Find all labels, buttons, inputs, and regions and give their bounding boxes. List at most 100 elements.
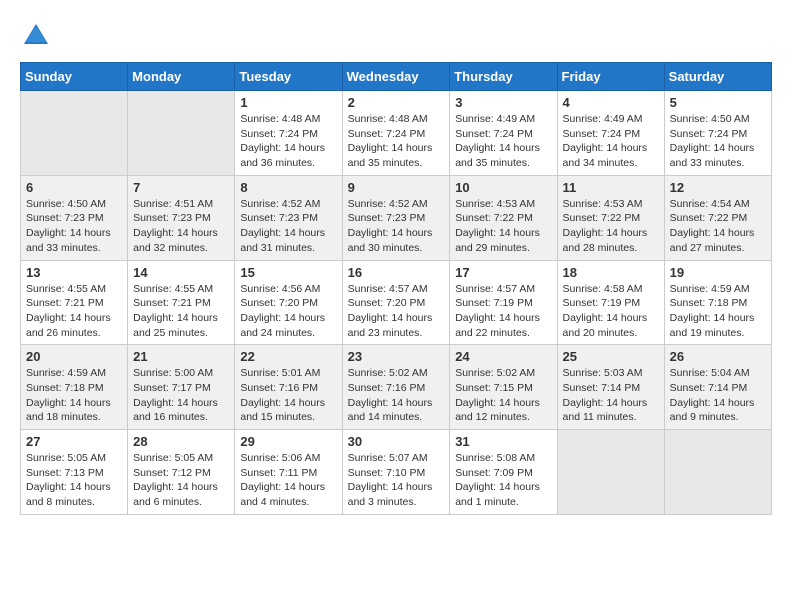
day-cell: 23 Sunrise: 5:02 AM Sunset: 7:16 PM Dayli… [342, 345, 450, 430]
day-number: 21 [133, 349, 229, 364]
day-info: Sunrise: 4:54 AM Sunset: 7:22 PM Dayligh… [670, 197, 766, 256]
week-row-4: 20 Sunrise: 4:59 AM Sunset: 7:18 PM Dayli… [21, 345, 772, 430]
day-number: 19 [670, 265, 766, 280]
day-cell: 6 Sunrise: 4:50 AM Sunset: 7:23 PM Daylig… [21, 175, 128, 260]
day-info: Sunrise: 5:03 AM Sunset: 7:14 PM Dayligh… [563, 366, 659, 425]
day-number: 30 [348, 434, 445, 449]
day-info: Sunrise: 4:48 AM Sunset: 7:24 PM Dayligh… [240, 112, 336, 171]
calendar-header: SundayMondayTuesdayWednesdayThursdayFrid… [21, 63, 772, 91]
day-cell: 7Sunrise: 4:51 AM Sunset: 7:23 PM Daylig… [128, 175, 235, 260]
day-number: 4 [563, 95, 659, 110]
day-cell: 21 Sunrise: 5:00 AM Sunset: 7:17 PM Dayli… [128, 345, 235, 430]
day-cell: 30 Sunrise: 5:07 AM Sunset: 7:10 PM Dayli… [342, 430, 450, 515]
day-cell: 13 Sunrise: 4:55 AM Sunset: 7:21 PM Dayli… [21, 260, 128, 345]
day-number: 14 [133, 265, 229, 280]
logo-icon [20, 20, 52, 52]
day-number: 22 [240, 349, 336, 364]
day-info: Sunrise: 5:05 AM Sunset: 7:12 PM Dayligh… [133, 451, 229, 510]
page-header [20, 20, 772, 52]
day-number: 5 [670, 95, 766, 110]
day-cell: 4Sunrise: 4:49 AM Sunset: 7:24 PM Daylig… [557, 91, 664, 176]
day-info: Sunrise: 4:56 AM Sunset: 7:20 PM Dayligh… [240, 282, 336, 341]
header-monday: Monday [128, 63, 235, 91]
day-cell: 19 Sunrise: 4:59 AM Sunset: 7:18 PM Dayli… [664, 260, 771, 345]
day-number: 11 [563, 180, 659, 195]
day-cell [664, 430, 771, 515]
day-number: 13 [26, 265, 122, 280]
day-info: Sunrise: 4:53 AM Sunset: 7:22 PM Dayligh… [563, 197, 659, 256]
day-cell: 12Sunrise: 4:54 AM Sunset: 7:22 PM Dayli… [664, 175, 771, 260]
day-cell: 24 Sunrise: 5:02 AM Sunset: 7:15 PM Dayli… [450, 345, 557, 430]
day-cell: 25 Sunrise: 5:03 AM Sunset: 7:14 PM Dayli… [557, 345, 664, 430]
day-info: Sunrise: 5:06 AM Sunset: 7:11 PM Dayligh… [240, 451, 336, 510]
day-cell: 31 Sunrise: 5:08 AM Sunset: 7:09 PM Dayli… [450, 430, 557, 515]
day-cell: 8 Sunrise: 4:52 AM Sunset: 7:23 PM Daylig… [235, 175, 342, 260]
day-info: Sunrise: 5:04 AM Sunset: 7:14 PM Dayligh… [670, 366, 766, 425]
day-number: 26 [670, 349, 766, 364]
day-info: Sunrise: 4:52 AM Sunset: 7:23 PM Dayligh… [240, 197, 336, 256]
day-cell: 16Sunrise: 4:57 AM Sunset: 7:20 PM Dayli… [342, 260, 450, 345]
day-number: 8 [240, 180, 336, 195]
day-cell: 11 Sunrise: 4:53 AM Sunset: 7:22 PM Dayli… [557, 175, 664, 260]
day-info: Sunrise: 4:51 AM Sunset: 7:23 PM Dayligh… [133, 197, 229, 256]
day-info: Sunrise: 4:55 AM Sunset: 7:21 PM Dayligh… [26, 282, 122, 341]
day-number: 27 [26, 434, 122, 449]
day-cell: 1 Sunrise: 4:48 AM Sunset: 7:24 PM Daylig… [235, 91, 342, 176]
header-sunday: Sunday [21, 63, 128, 91]
header-wednesday: Wednesday [342, 63, 450, 91]
day-info: Sunrise: 5:07 AM Sunset: 7:10 PM Dayligh… [348, 451, 445, 510]
day-info: Sunrise: 4:55 AM Sunset: 7:21 PM Dayligh… [133, 282, 229, 341]
day-info: Sunrise: 5:01 AM Sunset: 7:16 PM Dayligh… [240, 366, 336, 425]
calendar-body: 1 Sunrise: 4:48 AM Sunset: 7:24 PM Daylig… [21, 91, 772, 515]
day-number: 20 [26, 349, 122, 364]
day-number: 29 [240, 434, 336, 449]
day-cell: 3Sunrise: 4:49 AM Sunset: 7:24 PM Daylig… [450, 91, 557, 176]
calendar-table: SundayMondayTuesdayWednesdayThursdayFrid… [20, 62, 772, 515]
header-tuesday: Tuesday [235, 63, 342, 91]
day-cell: 22 Sunrise: 5:01 AM Sunset: 7:16 PM Dayli… [235, 345, 342, 430]
day-info: Sunrise: 4:59 AM Sunset: 7:18 PM Dayligh… [670, 282, 766, 341]
day-number: 6 [26, 180, 122, 195]
day-info: Sunrise: 4:58 AM Sunset: 7:19 PM Dayligh… [563, 282, 659, 341]
day-number: 25 [563, 349, 659, 364]
day-cell [128, 91, 235, 176]
week-row-3: 13 Sunrise: 4:55 AM Sunset: 7:21 PM Dayli… [21, 260, 772, 345]
day-number: 1 [240, 95, 336, 110]
day-cell: 14 Sunrise: 4:55 AM Sunset: 7:21 PM Dayli… [128, 260, 235, 345]
day-number: 2 [348, 95, 445, 110]
day-info: Sunrise: 4:49 AM Sunset: 7:24 PM Dayligh… [455, 112, 551, 171]
day-cell: 5 Sunrise: 4:50 AM Sunset: 7:24 PM Daylig… [664, 91, 771, 176]
day-cell: 26 Sunrise: 5:04 AM Sunset: 7:14 PM Dayli… [664, 345, 771, 430]
day-info: Sunrise: 4:48 AM Sunset: 7:24 PM Dayligh… [348, 112, 445, 171]
day-number: 24 [455, 349, 551, 364]
day-info: Sunrise: 4:50 AM Sunset: 7:24 PM Dayligh… [670, 112, 766, 171]
logo [20, 20, 56, 52]
day-cell: 20 Sunrise: 4:59 AM Sunset: 7:18 PM Dayli… [21, 345, 128, 430]
day-cell: 2 Sunrise: 4:48 AM Sunset: 7:24 PM Daylig… [342, 91, 450, 176]
header-saturday: Saturday [664, 63, 771, 91]
day-cell: 10Sunrise: 4:53 AM Sunset: 7:22 PM Dayli… [450, 175, 557, 260]
day-number: 15 [240, 265, 336, 280]
day-cell: 28 Sunrise: 5:05 AM Sunset: 7:12 PM Dayli… [128, 430, 235, 515]
day-info: Sunrise: 5:00 AM Sunset: 7:17 PM Dayligh… [133, 366, 229, 425]
day-number: 10 [455, 180, 551, 195]
day-cell: 27Sunrise: 5:05 AM Sunset: 7:13 PM Dayli… [21, 430, 128, 515]
day-cell: 17Sunrise: 4:57 AM Sunset: 7:19 PM Dayli… [450, 260, 557, 345]
day-info: Sunrise: 4:50 AM Sunset: 7:23 PM Dayligh… [26, 197, 122, 256]
header-row: SundayMondayTuesdayWednesdayThursdayFrid… [21, 63, 772, 91]
week-row-1: 1 Sunrise: 4:48 AM Sunset: 7:24 PM Daylig… [21, 91, 772, 176]
day-info: Sunrise: 4:52 AM Sunset: 7:23 PM Dayligh… [348, 197, 445, 256]
day-number: 23 [348, 349, 445, 364]
day-info: Sunrise: 4:59 AM Sunset: 7:18 PM Dayligh… [26, 366, 122, 425]
day-cell: 9Sunrise: 4:52 AM Sunset: 7:23 PM Daylig… [342, 175, 450, 260]
day-number: 28 [133, 434, 229, 449]
day-info: Sunrise: 4:57 AM Sunset: 7:19 PM Dayligh… [455, 282, 551, 341]
day-info: Sunrise: 5:02 AM Sunset: 7:15 PM Dayligh… [455, 366, 551, 425]
day-cell [557, 430, 664, 515]
day-info: Sunrise: 5:08 AM Sunset: 7:09 PM Dayligh… [455, 451, 551, 510]
week-row-5: 27Sunrise: 5:05 AM Sunset: 7:13 PM Dayli… [21, 430, 772, 515]
day-info: Sunrise: 5:02 AM Sunset: 7:16 PM Dayligh… [348, 366, 445, 425]
day-number: 31 [455, 434, 551, 449]
day-cell: 29 Sunrise: 5:06 AM Sunset: 7:11 PM Dayli… [235, 430, 342, 515]
day-cell: 18Sunrise: 4:58 AM Sunset: 7:19 PM Dayli… [557, 260, 664, 345]
